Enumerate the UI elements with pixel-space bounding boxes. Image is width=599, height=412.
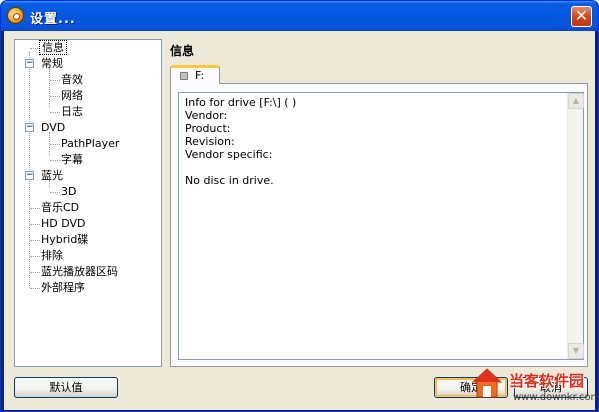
title-bar[interactable]: 设置... ✕ — [1, 1, 598, 31]
tree-item-hd-dvd[interactable]: HD DVD — [39, 216, 88, 232]
house-logo-icon — [471, 368, 503, 398]
tree-item-label: 常规 — [41, 57, 63, 70]
tree-item-external-programs[interactable]: 外部程序 — [39, 280, 87, 296]
tree-item-label: 音乐CD — [41, 201, 80, 214]
watermark-text: 当客软件园 — [509, 372, 585, 390]
window-title: 设置... — [30, 12, 76, 27]
info-line: Vendor: — [185, 109, 228, 122]
collapse-icon[interactable]: − — [25, 123, 34, 132]
scroll-up-icon[interactable]: ▲ — [568, 93, 584, 109]
tree-item-label: Hybrid碟 — [41, 233, 89, 246]
drive-icon — [180, 72, 188, 80]
tab-drive-f[interactable]: F: — [170, 65, 220, 84]
info-line: No disc in drive. — [185, 174, 274, 187]
info-line: Vendor specific: — [185, 148, 273, 161]
tree-item-pathplayer[interactable]: PathPlayer — [59, 136, 121, 152]
watermark-url: www.downkr.com — [513, 392, 599, 403]
tree-item-label: 网络 — [61, 89, 83, 102]
tree-item-subtitles[interactable]: 字幕 — [59, 152, 85, 168]
tree-item-3d[interactable]: 3D — [59, 184, 78, 200]
settings-tree[interactable]: 信息 − 常规 音效 网络 日志 − DVD PathPlayer 字幕 − 蓝… — [14, 39, 162, 367]
tree-item-label: PathPlayer — [61, 137, 120, 150]
tree-item-label: HD DVD — [41, 217, 86, 230]
tree-item-label: 音效 — [61, 73, 83, 86]
collapse-icon[interactable]: − — [25, 59, 34, 68]
tree-item-bluray[interactable]: 蓝光 — [39, 168, 65, 184]
disc-icon — [7, 7, 24, 24]
info-line: Info for drive [F:\] ( ) — [185, 96, 297, 109]
tree-item-bluray-region[interactable]: 蓝光播放器区码 — [39, 264, 120, 280]
scroll-down-icon[interactable]: ▼ — [568, 343, 584, 359]
tree-item-label: 字幕 — [61, 153, 83, 166]
watermark: 当客软件园 www.downkr.com — [471, 361, 599, 411]
close-button[interactable]: ✕ — [571, 6, 592, 27]
tree-item-label: 排除 — [41, 249, 63, 262]
tree-item-label: 蓝光播放器区码 — [41, 265, 118, 278]
tab-label: F: — [195, 69, 205, 82]
tree-item-general[interactable]: 常规 — [39, 56, 65, 72]
info-line: Product: — [185, 122, 231, 135]
tree-item-log[interactable]: 日志 — [59, 104, 85, 120]
tree-item-dvd[interactable]: DVD — [39, 120, 67, 136]
tree-item-label: 外部程序 — [41, 281, 85, 294]
tree-item-music-cd[interactable]: 音乐CD — [39, 200, 81, 216]
settings-dialog: 设置... ✕ 信息 − 常规 音效 网络 日志 − DVD PathPlaye… — [0, 0, 599, 412]
tree-item-label: 信息 — [39, 40, 67, 55]
tree-item-label: 3D — [61, 185, 77, 198]
tree-item-info[interactable]: 信息 — [39, 40, 67, 56]
tree-item-hybrid-disc[interactable]: Hybrid碟 — [39, 232, 90, 248]
tree-item-exclude[interactable]: 排除 — [39, 248, 65, 264]
tree-item-label: 蓝光 — [41, 169, 63, 182]
default-values-button[interactable]: 默认值 — [14, 377, 118, 398]
tree-item-audio[interactable]: 音效 — [59, 72, 85, 88]
collapse-icon[interactable]: − — [25, 171, 34, 180]
tree-item-label: DVD — [41, 121, 66, 134]
section-title: 信息 — [170, 44, 195, 58]
info-line: Revision: — [185, 135, 235, 148]
vertical-scrollbar[interactable]: ▲ ▼ — [567, 93, 584, 359]
tree-item-network[interactable]: 网络 — [59, 88, 85, 104]
dialog-client-area: 信息 − 常规 音效 网络 日志 − DVD PathPlayer 字幕 − 蓝… — [4, 31, 595, 410]
drive-info-textbox[interactable]: Info for drive [F:\] ( ) Vendor: Product… — [178, 92, 584, 360]
tree-connector-line — [49, 68, 50, 108]
tree-item-label: 日志 — [61, 105, 83, 118]
